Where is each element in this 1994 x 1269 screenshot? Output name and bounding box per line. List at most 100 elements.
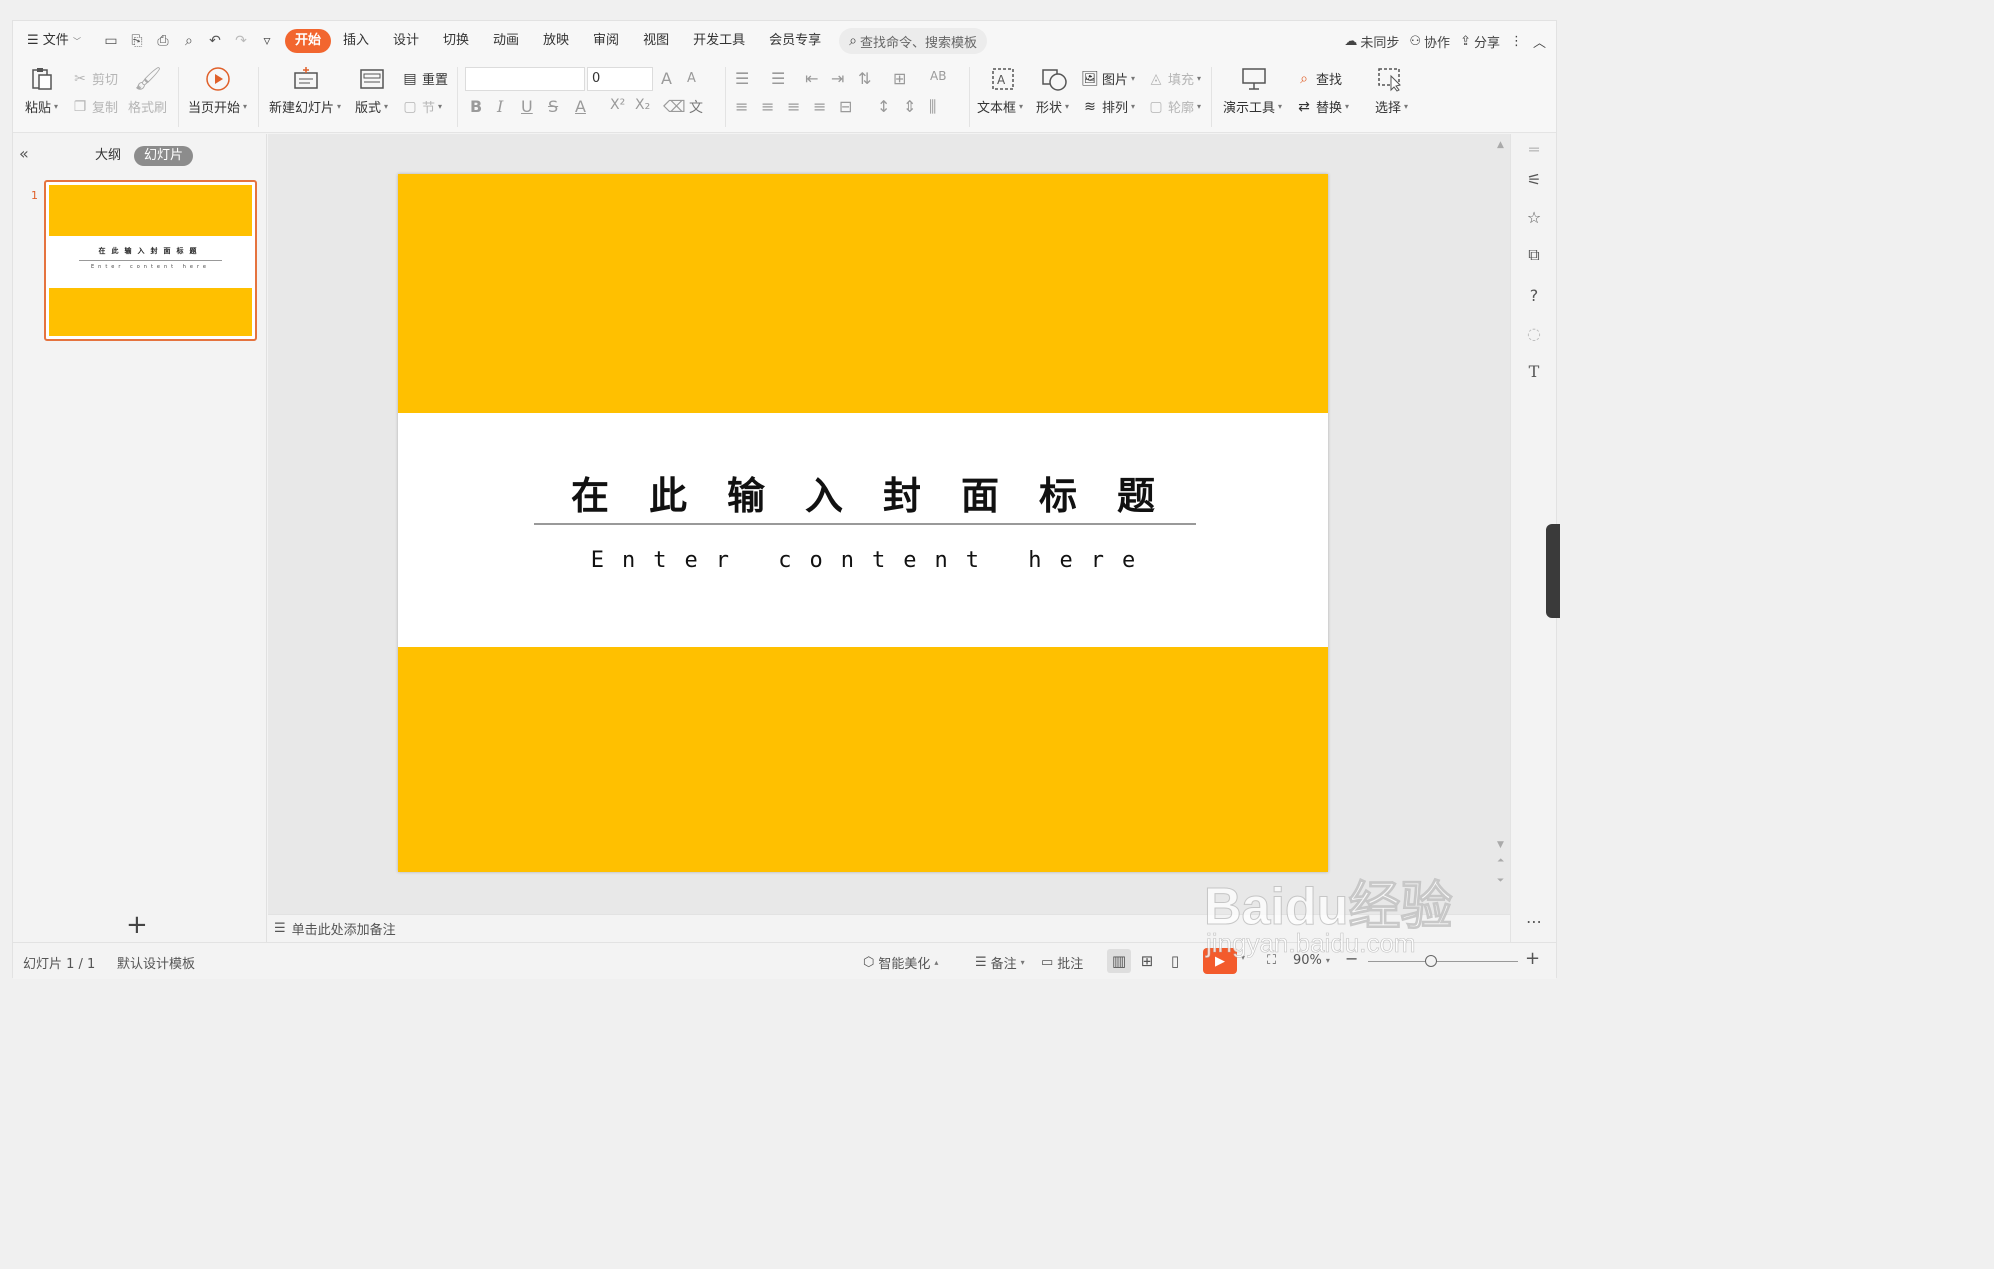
find-button[interactable]: ⌕ 查找 (1295, 69, 1342, 89)
font-color-icon[interactable]: A (575, 97, 586, 116)
tab-insert[interactable]: 插入 (331, 29, 381, 53)
underline-icon[interactable]: U (521, 97, 533, 116)
textbox-button[interactable]: 文本框 ▾ (977, 97, 1023, 116)
collapse-panel-icon[interactable]: « (19, 144, 29, 163)
textbox-icon[interactable]: A (988, 65, 1018, 93)
next-slide-icon[interactable]: ⏷ (1497, 876, 1504, 886)
previous-slide-icon[interactable]: ⏶ (1497, 856, 1504, 866)
slide-subtitle[interactable]: Enter content here (398, 548, 1328, 573)
align-text-icon[interactable]: ⊞ (893, 69, 906, 88)
save-icon[interactable]: ▭ (101, 31, 121, 51)
customize-icon[interactable]: ▿ (257, 31, 277, 51)
notes-area[interactable]: ☰ 单击此处添加备注 (268, 914, 1510, 942)
slide-transition-icon[interactable]: ⧉ (1523, 244, 1545, 266)
export-icon[interactable]: ⎘ (127, 31, 147, 51)
tab-slideshow[interactable]: 放映 (531, 29, 581, 53)
shape-icon[interactable] (1039, 65, 1069, 93)
file-menu[interactable]: ☰ 文件 ﹀ (13, 29, 93, 53)
properties-icon[interactable]: ⚟ (1523, 168, 1545, 190)
zoom-slider-track[interactable] (1368, 961, 1518, 962)
zoom-in-icon[interactable]: + (1525, 948, 1540, 969)
copy-button[interactable]: ❐ 复制 (71, 97, 118, 117)
share-button[interactable]: ⇪ 分享 (1460, 32, 1500, 51)
vertical-scrollbar[interactable]: ▲ ▼ ⏶ ⏷ (1495, 134, 1509, 914)
reset-button[interactable]: ▤ 重置 (401, 69, 448, 89)
help-icon[interactable]: ? (1523, 284, 1545, 306)
new-slide-button[interactable]: 新建幻灯片 ▾ (269, 97, 341, 116)
zoom-level[interactable]: 90% ▾ (1293, 953, 1330, 968)
bold-icon[interactable]: B (470, 97, 482, 116)
distribute-icon[interactable]: ⊟ (839, 97, 852, 116)
play-circle-icon[interactable] (203, 65, 233, 93)
tab-outline[interactable]: 大纲 (85, 146, 131, 166)
align-left-icon[interactable]: ≡ (735, 97, 748, 116)
tab-member[interactable]: 会员专享 (757, 29, 833, 53)
play-options-dropdown[interactable]: ▾ (1241, 953, 1245, 962)
add-slide-icon[interactable]: + (126, 910, 148, 940)
shrink-font-icon[interactable]: A (687, 71, 696, 86)
section-button[interactable]: ▢ 节 ▾ (401, 97, 442, 117)
tab-transitions[interactable]: 切换 (431, 29, 481, 53)
shape-button[interactable]: 形状 ▾ (1036, 97, 1069, 116)
cut-button[interactable]: ✂ 剪切 (71, 69, 118, 89)
picture-button[interactable]: 🖼︎ 图片 ▾ (1081, 69, 1135, 89)
normal-view-icon[interactable]: ▥ (1107, 949, 1131, 973)
paste-icon[interactable] (27, 65, 57, 93)
format-painter-button[interactable]: 格式刷 (128, 97, 167, 116)
replace-button[interactable]: ⇄ 替换 ▾ (1295, 97, 1349, 117)
tab-animations[interactable]: 动画 (481, 29, 531, 53)
text-direction-icon[interactable]: ⇅ (858, 69, 871, 88)
tab-design[interactable]: 设计 (381, 29, 431, 53)
sync-button[interactable]: ☁ 未同步 (1344, 32, 1399, 51)
justify-icon[interactable]: ≡ (813, 97, 826, 116)
tab-slides[interactable]: 幻灯片 (134, 146, 194, 166)
smart-beautify-button[interactable]: ⬡ 智能美化 ▴ (863, 953, 938, 972)
zoom-out-icon[interactable]: − (1345, 949, 1358, 968)
print-preview-icon[interactable]: ⌕ (179, 31, 199, 51)
redo-icon[interactable]: ↷ (231, 31, 251, 51)
animation-star-icon[interactable]: ☆ (1523, 206, 1545, 228)
align-right-icon[interactable]: ≡ (787, 97, 800, 116)
decrease-indent-icon[interactable]: ⇤ (805, 69, 818, 88)
paragraph-spacing-icon[interactable]: ⇕ (903, 97, 916, 116)
tab-review[interactable]: 审阅 (581, 29, 631, 53)
strikethrough-icon[interactable]: S (548, 97, 558, 116)
collaborate-button[interactable]: ⚇ 协作 (1409, 32, 1450, 51)
phonetic-icon[interactable]: 文 (689, 97, 703, 117)
from-current-button[interactable]: 当页开始 ▾ (188, 97, 247, 116)
scroll-up-icon[interactable]: ▲ (1497, 140, 1504, 150)
comment-button[interactable]: ▭ 批注 (1041, 953, 1083, 972)
more-menu-button[interactable]: ⋮ (1510, 34, 1523, 49)
undo-icon[interactable]: ↶ (205, 31, 225, 51)
text-tool-icon[interactable]: T (1523, 360, 1545, 382)
slide-sorter-icon[interactable]: ⊞ (1135, 949, 1159, 973)
increase-indent-icon[interactable]: ⇥ (831, 69, 844, 88)
more-horizontal-icon[interactable]: ⋯ (1523, 910, 1545, 932)
columns-icon[interactable]: ⫼ (929, 97, 936, 117)
grow-font-icon[interactable]: A (661, 69, 672, 88)
lightbulb-icon[interactable]: ◌ (1523, 322, 1545, 344)
side-widget-handle[interactable] (1546, 524, 1560, 618)
layout-button[interactable]: 版式 ▾ (355, 97, 388, 116)
layout-icon[interactable] (357, 65, 387, 93)
font-family-select[interactable] (465, 67, 585, 91)
zoom-slider-knob[interactable] (1425, 955, 1437, 967)
tab-developer[interactable]: 开发工具 (681, 29, 757, 53)
italic-icon[interactable]: I (497, 97, 503, 116)
slide[interactable]: 在此输入封面标题 Enter content here (398, 174, 1328, 872)
line-spacing-icon[interactable]: ↕ (877, 97, 890, 116)
convert-smartart-icon[interactable]: AB (930, 69, 946, 83)
play-slideshow-button[interactable]: ▶ (1203, 948, 1237, 974)
slide-thumbnail[interactable]: 在此输入封面标题 Enter content here (44, 180, 257, 341)
tab-home[interactable]: 开始 (284, 29, 331, 53)
bullets-icon[interactable]: ☰ (735, 69, 749, 88)
scroll-down-icon[interactable]: ▼ (1497, 840, 1504, 850)
fill-button[interactable]: ◬ 填充 ▾ (1147, 69, 1201, 89)
eraser-icon[interactable]: ⌫ (663, 97, 686, 116)
presenter-tools-button[interactable]: 演示工具 ▾ (1223, 97, 1282, 116)
paste-button[interactable]: 粘贴 ▾ (25, 97, 58, 116)
arrange-button[interactable]: ≋ 排列 ▾ (1081, 97, 1135, 117)
print-icon[interactable]: ⎙ (153, 31, 173, 51)
presentation-board-icon[interactable] (1239, 65, 1269, 93)
template-name[interactable]: 默认设计模板 (117, 953, 195, 972)
